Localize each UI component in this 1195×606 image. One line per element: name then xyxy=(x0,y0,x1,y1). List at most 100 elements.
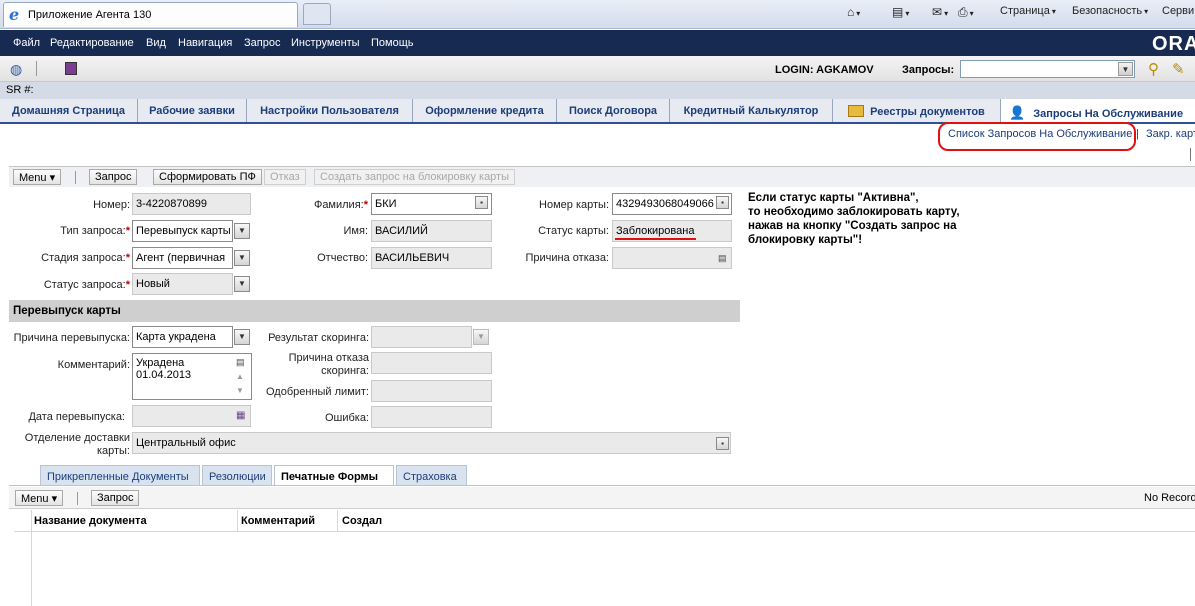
reissue-reason-label: Причина перевыпуска: xyxy=(13,332,130,344)
query-search-icon[interactable]: ⚲ xyxy=(1148,60,1159,78)
list-menu-button[interactable]: Menu ▾ xyxy=(15,490,64,506)
globe-icon[interactable]: ◍ xyxy=(10,61,22,78)
refusal-reason-field xyxy=(612,247,732,269)
sr-bar: SR #: xyxy=(0,82,1195,99)
column-divider xyxy=(337,510,338,532)
report-icon[interactable] xyxy=(65,62,77,75)
tab-resolutions[interactable]: Резолюции xyxy=(202,465,272,486)
chevron-down-icon[interactable]: ▼ xyxy=(234,223,250,239)
chevron-down-icon[interactable]: ▼ xyxy=(234,276,250,292)
menu-tools[interactable]: Инструменты xyxy=(291,37,360,49)
refuse-button[interactable]: Отказ xyxy=(264,169,306,185)
menu-query[interactable]: Запрос xyxy=(244,37,280,49)
oracle-logo: ORA xyxy=(1152,33,1195,55)
column-doc-name[interactable]: Название документа xyxy=(34,515,147,527)
security-menu[interactable]: Безопасность ▾ xyxy=(1072,5,1148,17)
scroll-down-icon[interactable]: ▼ xyxy=(236,386,244,395)
tab-credit-calculator[interactable]: Кредитный Калькулятор xyxy=(670,99,833,122)
row-selector-column xyxy=(14,510,32,606)
menu-file[interactable]: Файл xyxy=(13,37,40,49)
browser-tab[interactable]: e Приложение Агента 130 xyxy=(3,2,298,27)
column-comment[interactable]: Комментарий xyxy=(241,515,315,527)
scroll-up-icon[interactable]: ▲ xyxy=(236,372,244,381)
folder-icon xyxy=(848,105,865,117)
page-menu[interactable]: Страница ▾ xyxy=(1000,5,1056,17)
reissue-reason-field[interactable]: Карта украдена xyxy=(132,326,233,348)
tab-insurance[interactable]: Страховка xyxy=(396,465,467,486)
service-menu[interactable]: Серви xyxy=(1162,5,1194,17)
error-label: Ошибка: xyxy=(324,412,369,424)
create-block-request-button[interactable]: Создать запрос на блокировку карты xyxy=(314,169,516,185)
column-created-by[interactable]: Создал xyxy=(342,515,382,527)
firstname-label: Имя: xyxy=(343,225,368,237)
number-label: Номер: xyxy=(93,199,130,211)
toolbar-separator xyxy=(77,492,78,505)
link-closed-cards[interactable]: Закр. карт xyxy=(1146,128,1195,140)
home-icon[interactable]: ⌂ ▾ xyxy=(847,5,860,19)
calendar-icon[interactable]: ▦ xyxy=(236,410,245,421)
toolbar-separator xyxy=(75,171,76,184)
app-menubar: Файл Редактирование Вид Навигация Запрос… xyxy=(0,30,1195,56)
menu-edit[interactable]: Редактирование xyxy=(50,37,134,49)
chevron-down-icon[interactable]: ▼ xyxy=(1118,62,1133,76)
type-label: Тип запроса:* xyxy=(60,225,130,237)
delivery-field[interactable]: Центральный офис xyxy=(132,432,731,454)
lookup-icon[interactable]: ▪ xyxy=(716,196,729,209)
tab-credit[interactable]: Оформление кредита xyxy=(413,99,557,122)
patronymic-field: ВАСИЛЬЕВИЧ xyxy=(371,247,492,269)
lastname-field[interactable]: БКИ xyxy=(371,193,492,215)
lastname-label: Фамилия:* xyxy=(313,199,368,211)
reissue-date-field[interactable] xyxy=(132,405,251,427)
scoring-result-field xyxy=(371,326,472,348)
menu-help[interactable]: Помощь xyxy=(371,37,414,49)
tab-work-orders[interactable]: Рабочие заявки xyxy=(138,99,247,122)
approved-limit-field xyxy=(371,380,492,402)
list-header: Название документа Комментарий Создал xyxy=(14,510,1195,606)
print-icon[interactable]: ⎙ ▾ xyxy=(958,5,974,20)
error-field xyxy=(371,406,492,428)
stage-label: Стадия запроса:* xyxy=(41,252,130,264)
tab-contract-search[interactable]: Поиск Договора xyxy=(557,99,670,122)
link-separator: | xyxy=(1136,128,1139,140)
tab-doc-registers[interactable]: Реестры документов xyxy=(833,99,1001,122)
mail-icon[interactable]: ✉ ▾ xyxy=(932,5,948,19)
chevron-down-icon[interactable]: ▼ xyxy=(234,250,250,266)
chevron-down-icon[interactable]: ▼ xyxy=(234,329,250,345)
query-button[interactable]: Запрос xyxy=(89,169,138,185)
type-field[interactable]: Перевыпуск карты xyxy=(132,220,233,242)
reissue-date-label: Дата перевыпуска: xyxy=(28,411,125,423)
applet-menu-button[interactable]: Menu ▾ xyxy=(13,169,62,185)
notes-icon[interactable]: ▤ xyxy=(718,253,727,264)
query-refine-icon[interactable]: ✎ xyxy=(1172,60,1185,78)
lookup-icon[interactable]: ▪ xyxy=(716,437,729,450)
generate-pf-button[interactable]: Сформировать ПФ xyxy=(153,169,262,185)
firstname-field: ВАСИЛИЙ xyxy=(371,220,492,242)
menu-navigation[interactable]: Навигация xyxy=(178,37,232,49)
tab-user-settings[interactable]: Настройки Пользователя xyxy=(247,99,413,122)
status-field[interactable]: Новый xyxy=(132,273,233,295)
tab-attached-documents[interactable]: Прикрепленные Документы xyxy=(40,465,200,486)
new-tab-button[interactable] xyxy=(303,3,331,25)
tab-baseline xyxy=(9,485,1195,486)
comment-textarea[interactable]: Украдена 01.04.2013 xyxy=(132,353,252,400)
scoring-result-label: Результат скоринга: xyxy=(268,332,369,344)
tab-home[interactable]: Домашняя Страница xyxy=(0,99,138,122)
scroll-marker xyxy=(1190,148,1191,161)
browser-tab-title: Приложение Агента 130 xyxy=(28,9,152,21)
card-number-field[interactable]: 4329493068049066 xyxy=(612,193,732,215)
chevron-down-icon[interactable]: ▼ xyxy=(473,329,489,345)
number-field: 3-4220870899 xyxy=(132,193,251,215)
menu-view[interactable]: Вид xyxy=(146,37,166,49)
notes-icon[interactable]: ▤ xyxy=(236,357,245,368)
tab-service-requests[interactable]: 👤 Запросы На Обслуживание xyxy=(1001,99,1195,122)
queries-select[interactable]: ▼ xyxy=(960,60,1135,78)
lookup-icon[interactable]: ▪ xyxy=(475,196,488,209)
refusal-reason-label: Причина отказа: xyxy=(525,252,609,264)
section-title: Перевыпуск карты xyxy=(9,300,740,322)
stage-field[interactable]: Агент (первичная xyxy=(132,247,233,269)
list-query-button[interactable]: Запрос xyxy=(91,490,140,506)
tab-print-forms[interactable]: Печатные Формы xyxy=(274,465,394,486)
instruction-note: Если статус карты "Активна", то необходи… xyxy=(748,192,960,246)
highlight-oval xyxy=(938,122,1136,151)
feeds-icon[interactable]: ▤ ▾ xyxy=(892,5,909,19)
